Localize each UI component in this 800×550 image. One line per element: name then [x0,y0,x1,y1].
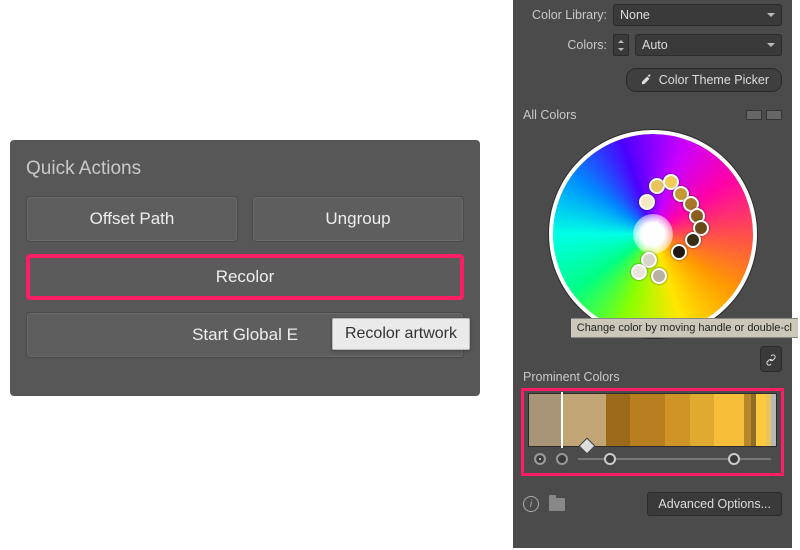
theme-picker-row: Color Theme Picker [513,60,792,100]
eyedropper-icon [639,73,653,87]
recolor-button[interactable]: Recolor [26,254,464,300]
stepper-down-icon [618,48,624,54]
color-handle[interactable] [671,244,687,260]
color-handle[interactable] [639,194,655,210]
color-handle[interactable] [631,264,647,280]
prominent-colors-label: Prominent Colors [523,370,620,384]
slider-mode-radio-2[interactable] [556,453,568,465]
smooth-wheel-icon [746,110,762,120]
offset-path-button[interactable]: Offset Path [26,196,238,242]
prominent-colors-strip[interactable] [528,393,777,447]
folder-icon[interactable] [549,498,565,511]
colors-row: Colors: Auto [513,30,792,60]
color-theme-picker-label: Color Theme Picker [659,73,769,87]
link-icon [765,352,777,366]
recolor-tooltip: Recolor artwork [332,318,470,350]
color-handle[interactable] [685,232,701,248]
prominent-colors-box [521,388,784,476]
panel-footer: i Advanced Options... [513,482,792,516]
quick-actions-title: Quick Actions [26,158,464,180]
color-segment[interactable] [529,394,561,446]
color-library-select[interactable]: None [613,4,782,26]
color-library-row: Color Library: None [513,0,792,30]
all-colors-header: All Colors [513,100,792,126]
color-library-label: Color Library: [523,8,607,22]
color-segment[interactable] [630,394,665,446]
link-harmony-button[interactable] [760,346,782,372]
quick-actions-row-1: Offset Path Ungroup [26,196,464,242]
slider-knob-left[interactable] [604,453,616,465]
color-segment[interactable] [606,394,631,446]
stepper-up-icon [618,37,624,43]
color-segment[interactable] [771,394,776,446]
colors-select[interactable]: Auto [635,34,782,56]
color-theme-picker-button[interactable]: Color Theme Picker [626,68,782,92]
color-handle-cluster[interactable] [639,172,749,282]
color-segment[interactable] [756,394,766,446]
prominent-slider[interactable] [578,458,771,460]
quick-actions-row-2: Recolor [26,254,464,300]
color-segment[interactable] [744,394,751,446]
advanced-options-button[interactable]: Advanced Options... [647,492,782,516]
color-segment[interactable] [690,394,715,446]
prominent-colors-header: Prominent Colors [513,356,792,388]
slider-mode-radio-1[interactable] [534,453,546,465]
colors-stepper[interactable] [613,34,629,56]
color-handle[interactable] [651,268,667,284]
recolor-panel: Color Library: None Colors: Auto Color T… [513,0,792,548]
quick-actions-row-3: Start Global E Recolor artwork [26,312,464,358]
all-colors-label: All Colors [523,108,577,122]
slider-knob-right[interactable] [728,453,740,465]
colors-value: Auto [642,38,668,52]
prominent-slider-row [528,447,777,467]
color-wheel[interactable] [549,130,757,338]
chevron-down-icon [767,13,775,21]
color-library-value: None [620,8,650,22]
color-segment[interactable] [714,394,744,446]
quick-actions-panel: Quick Actions Offset Path Ungroup Recolo… [10,140,480,396]
color-segment[interactable] [561,394,605,446]
chevron-down-icon [767,43,775,51]
segmented-wheel-icon [766,110,782,120]
strip-marker[interactable] [561,392,563,448]
info-icon[interactable]: i [523,496,539,512]
wheel-view-toggle[interactable] [746,110,782,120]
wheel-hint: Change color by moving handle or double-… [571,318,798,338]
color-segment[interactable] [665,394,690,446]
color-wheel-area: Change color by moving handle or double-… [513,126,792,356]
colors-label: Colors: [523,38,607,52]
ungroup-button[interactable]: Ungroup [252,196,464,242]
